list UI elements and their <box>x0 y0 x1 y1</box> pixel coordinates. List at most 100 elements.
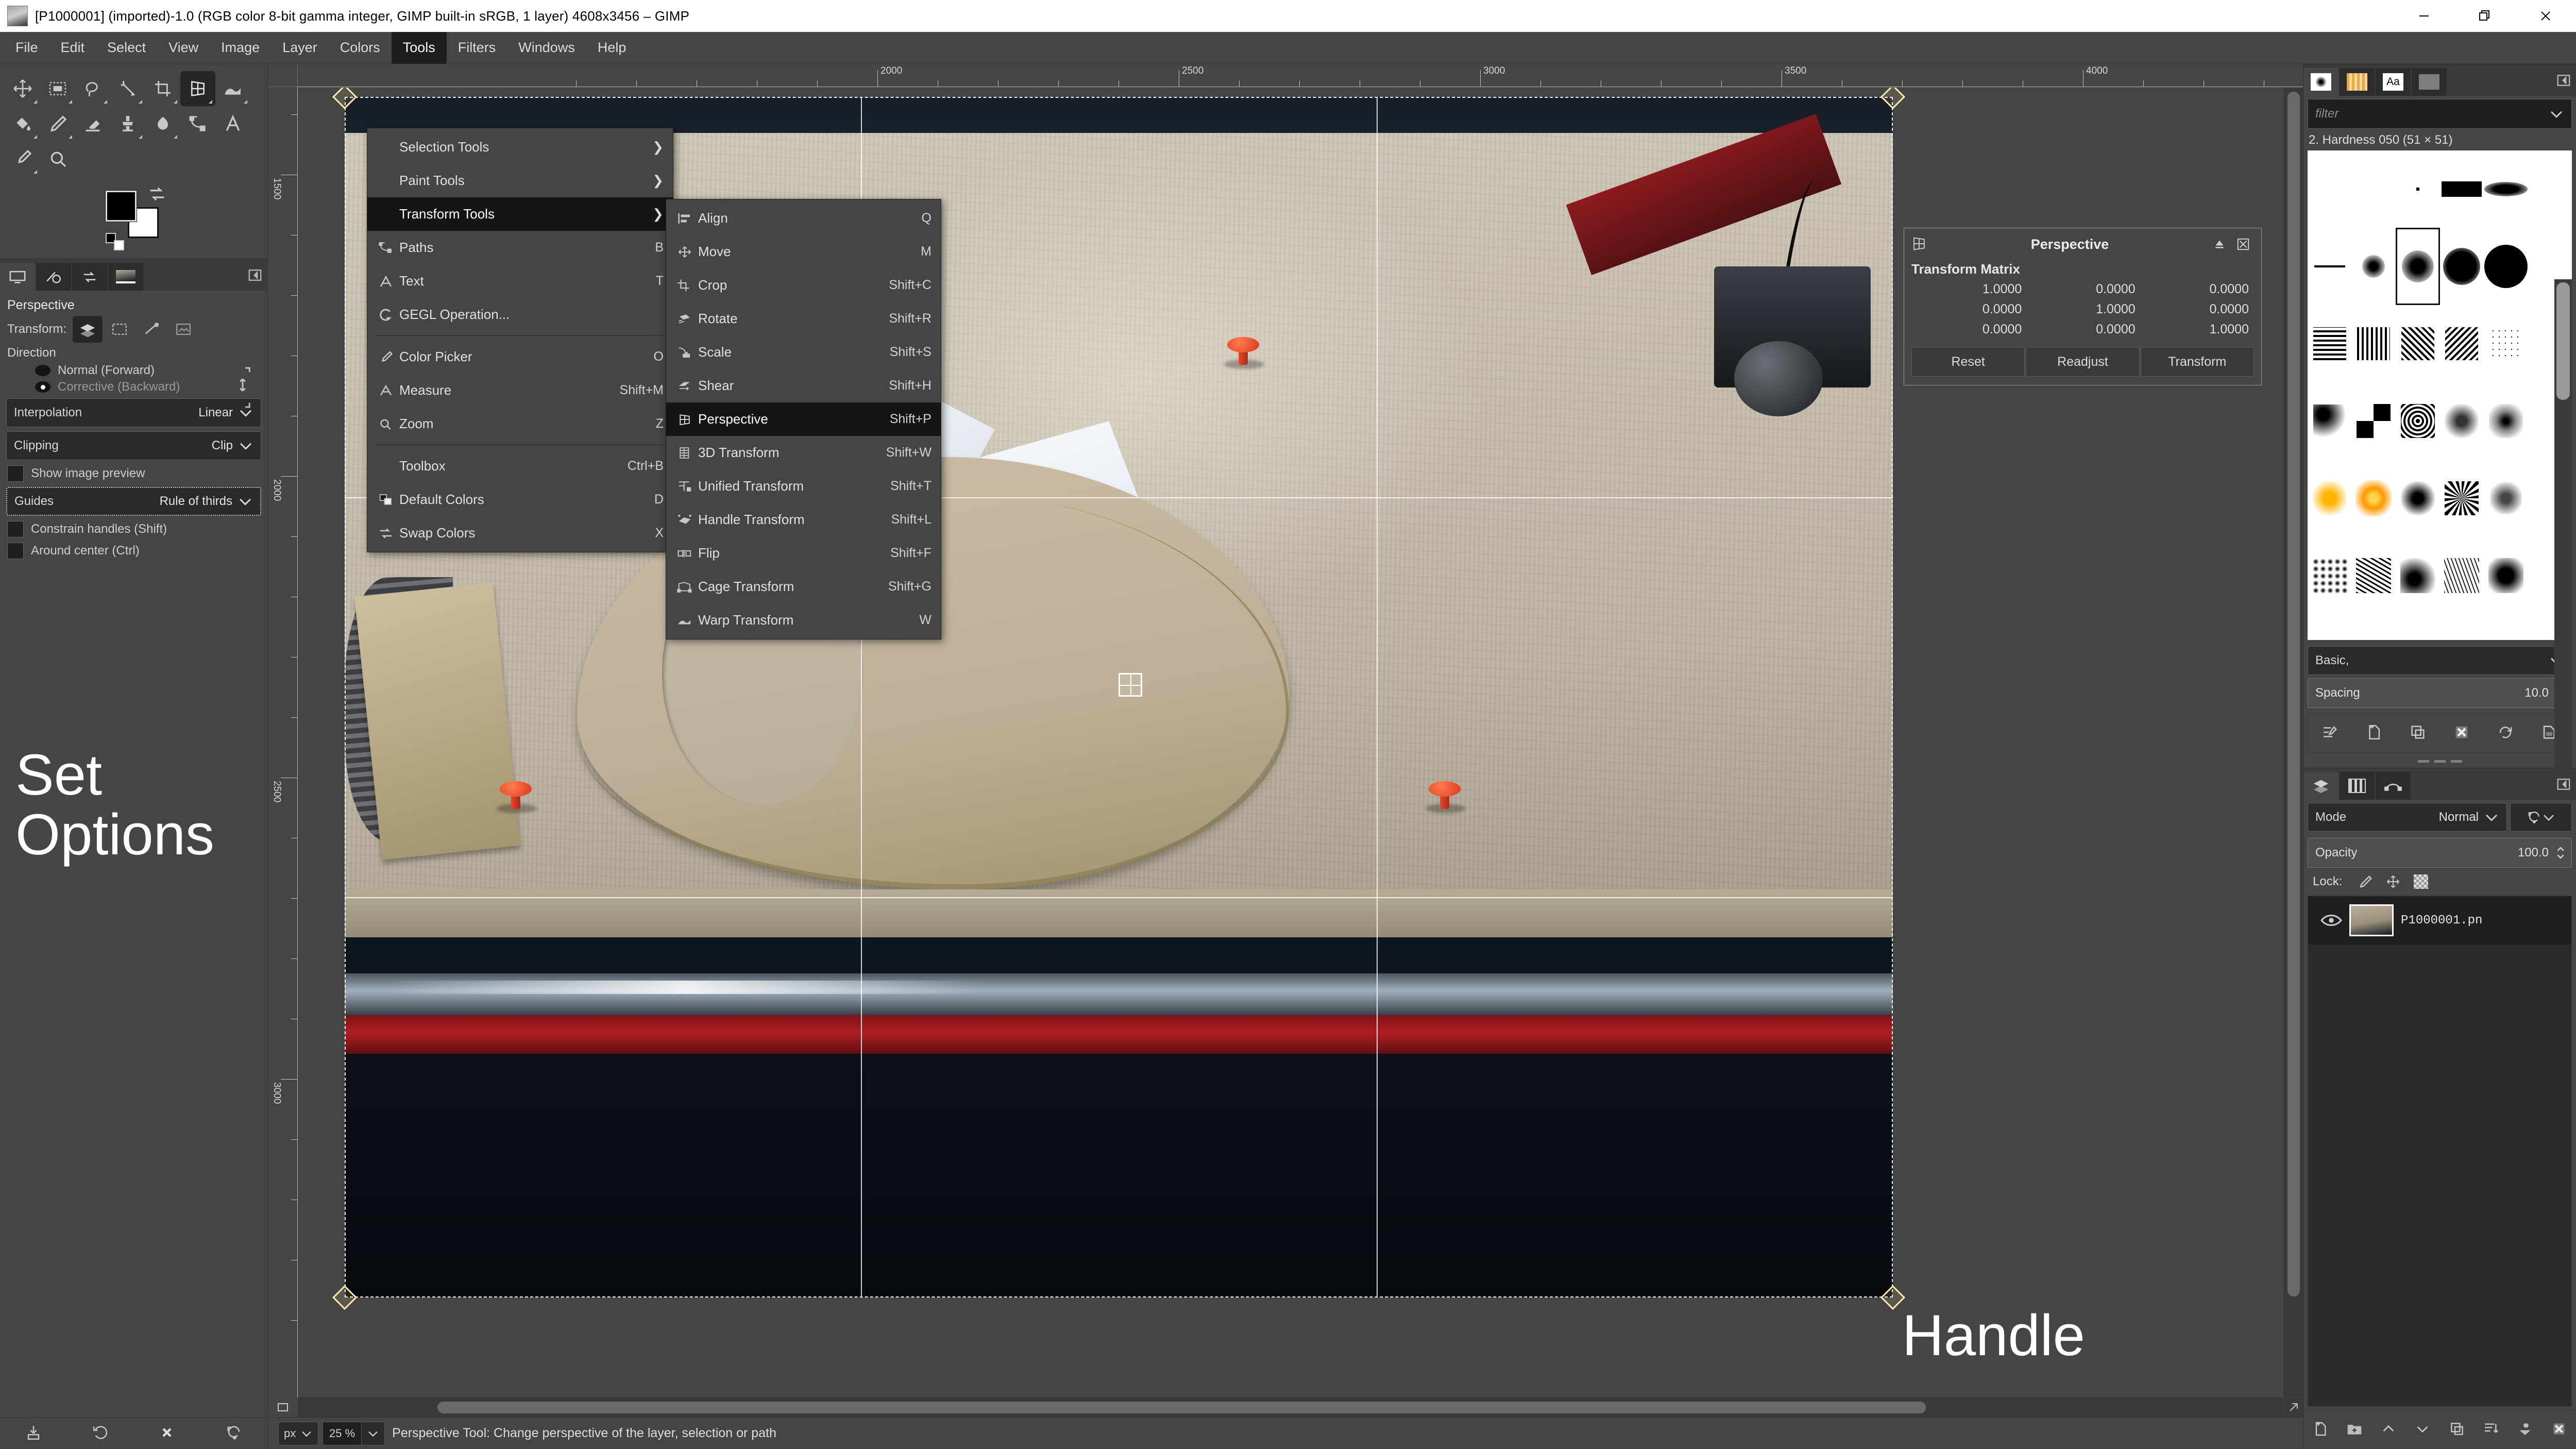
duplicate-brush-button[interactable] <box>2409 723 2427 743</box>
menu-item-3d-transform[interactable]: 3D Transform Shift+W <box>666 436 941 469</box>
brush-item[interactable] <box>2308 460 2352 537</box>
tab-layers[interactable] <box>2303 772 2338 800</box>
brush-item[interactable] <box>2440 382 2484 460</box>
tab-device-status[interactable] <box>36 263 71 291</box>
menu-item-transform-tools[interactable]: Transform Tools ❯ <box>367 197 673 231</box>
brush-item[interactable] <box>2308 150 2352 228</box>
collapse-icon[interactable] <box>2208 232 2231 256</box>
brush-item[interactable] <box>2396 537 2440 614</box>
matrix-cell[interactable]: 1.0000 <box>2026 299 2139 319</box>
matrix-cell[interactable]: 0.0000 <box>2026 279 2139 299</box>
close-icon[interactable] <box>2231 232 2255 256</box>
menu-item-zoom[interactable]: Zoom Z <box>367 407 673 441</box>
tab-images[interactable] <box>108 263 143 291</box>
around-center-checkbox[interactable] <box>7 543 24 559</box>
layer-mode-combo[interactable]: Mode Normal <box>2308 803 2507 832</box>
menu-colors[interactable]: Colors <box>329 32 392 64</box>
menu-item-move[interactable]: Move M <box>666 235 941 268</box>
guides-combo[interactable]: Guides Rule of thirds <box>6 487 261 516</box>
menu-item-scale[interactable]: Scale Shift+S <box>666 335 941 369</box>
delete-tool-preset-button[interactable] <box>158 1424 176 1443</box>
brush-grid-scrollbar[interactable] <box>2554 279 2572 770</box>
brush-item[interactable] <box>2396 382 2440 460</box>
readjust-button[interactable]: Readjust <box>2026 347 2139 377</box>
ruler-corner[interactable] <box>268 64 298 87</box>
new-layer-group-button[interactable] <box>2346 1421 2363 1439</box>
perspective-dialog[interactable]: Perspective Transform Matrix 1.0000 0.00… <box>1904 228 2262 385</box>
layer-list[interactable]: P1000001.pn <box>2308 896 2572 1407</box>
merge-down-button[interactable] <box>2483 1421 2499 1439</box>
brush-item[interactable] <box>2396 228 2440 305</box>
horizontal-scrollbar[interactable] <box>298 1397 2283 1417</box>
direction-corrective-row[interactable]: Corrective (Backward) <box>35 380 262 394</box>
vertical-scrollbar[interactable] <box>2284 88 2303 1397</box>
lock-alpha-button[interactable] <box>2407 874 2435 889</box>
save-tool-preset-button[interactable] <box>25 1424 42 1443</box>
menu-item-toolbox[interactable]: Toolbox Ctrl+B <box>367 449 673 483</box>
menu-item-paint-tools[interactable]: Paint Tools ❯ <box>367 164 673 197</box>
quick-mask-button[interactable] <box>268 1397 298 1417</box>
show-image-preview-row[interactable]: Show image preview <box>7 465 260 482</box>
brush-item[interactable] <box>2484 305 2528 382</box>
menu-item-perspective[interactable]: Perspective Shift+P <box>666 402 941 436</box>
brush-item[interactable] <box>2484 228 2528 305</box>
horizontal-ruler[interactable]: 20002500300035004000450050005500 <box>298 64 2303 87</box>
transform-layer-button[interactable] <box>73 316 103 343</box>
zoom-control[interactable]: 25 % <box>323 1422 385 1445</box>
menu-view[interactable]: View <box>157 32 210 64</box>
menu-item-flip[interactable]: Flip Shift+F <box>666 536 941 570</box>
menu-filters[interactable]: Filters <box>447 32 507 64</box>
transform-path-button[interactable] <box>137 316 166 343</box>
menu-item-gegl-operation[interactable]: GEGL Operation... <box>367 298 673 331</box>
menu-windows[interactable]: Windows <box>507 32 586 64</box>
color-picker-tool[interactable] <box>5 141 40 176</box>
menu-tools[interactable]: Tools <box>392 32 447 64</box>
duplicate-layer-button[interactable] <box>2449 1421 2465 1439</box>
menu-image[interactable]: Image <box>210 32 271 64</box>
brush-item[interactable] <box>2440 228 2484 305</box>
free-select-tool[interactable] <box>75 71 110 106</box>
table-row[interactable]: P1000001.pn <box>2308 896 2571 945</box>
clone-stamp-tool[interactable] <box>110 106 145 141</box>
delete-brush-button[interactable] <box>2453 723 2470 743</box>
menu-item-crop[interactable]: Crop Shift+C <box>666 268 941 302</box>
brush-item[interactable] <box>2352 537 2396 614</box>
menu-select[interactable]: Select <box>96 32 157 64</box>
transform-selection-button[interactable] <box>105 316 134 343</box>
close-button[interactable] <box>2515 0 2576 32</box>
matrix-cell[interactable]: 0.0000 <box>2140 279 2253 299</box>
vertical-scrollbar-thumb[interactable] <box>2287 92 2300 1296</box>
horizontal-scrollbar-thumb[interactable] <box>437 1402 1926 1413</box>
tab-paths[interactable] <box>2376 772 2411 800</box>
brush-grid[interactable] <box>2308 150 2572 640</box>
brush-item[interactable] <box>2484 150 2528 228</box>
menu-file[interactable]: File <box>4 32 49 64</box>
brush-item[interactable] <box>2396 305 2440 382</box>
brush-item[interactable] <box>2440 305 2484 382</box>
matrix-cell[interactable]: 0.0000 <box>1912 299 2026 319</box>
paths-tool[interactable] <box>180 106 215 141</box>
navigation-preview-button[interactable] <box>2284 1397 2303 1417</box>
brush-item[interactable] <box>2352 382 2396 460</box>
matrix-cell[interactable]: 1.0000 <box>1912 279 2026 299</box>
brush-item[interactable] <box>2308 228 2352 305</box>
matrix-cell[interactable]: 0.0000 <box>1912 319 2026 340</box>
raise-layer-button[interactable] <box>2380 1421 2397 1439</box>
swap-colors-icon[interactable] <box>146 184 168 207</box>
brush-item[interactable] <box>2528 150 2572 228</box>
clipping-combo[interactable]: Clipping Clip <box>6 431 261 460</box>
direction-normal-radio[interactable] <box>35 365 50 376</box>
brush-item[interactable] <box>2484 537 2528 614</box>
restore-button[interactable] <box>2454 0 2515 32</box>
delete-layer-button[interactable] <box>2551 1421 2567 1439</box>
new-layer-button[interactable] <box>2312 1421 2329 1439</box>
foreground-color-swatch[interactable] <box>106 191 137 222</box>
direction-corrective-radio[interactable] <box>35 381 50 393</box>
warp-tool[interactable] <box>215 71 250 106</box>
around-center-row[interactable]: Around center (Ctrl) <box>7 543 260 559</box>
interpolation-combo[interactable]: Interpolation Linear <box>6 398 261 427</box>
tools-menu[interactable]: Selection Tools ❯ Paint Tools ❯ Transfor… <box>367 128 673 552</box>
menu-item-paths[interactable]: Paths B <box>367 231 673 264</box>
brush-item[interactable] <box>2352 150 2396 228</box>
menu-item-text[interactable]: Text T <box>367 264 673 298</box>
